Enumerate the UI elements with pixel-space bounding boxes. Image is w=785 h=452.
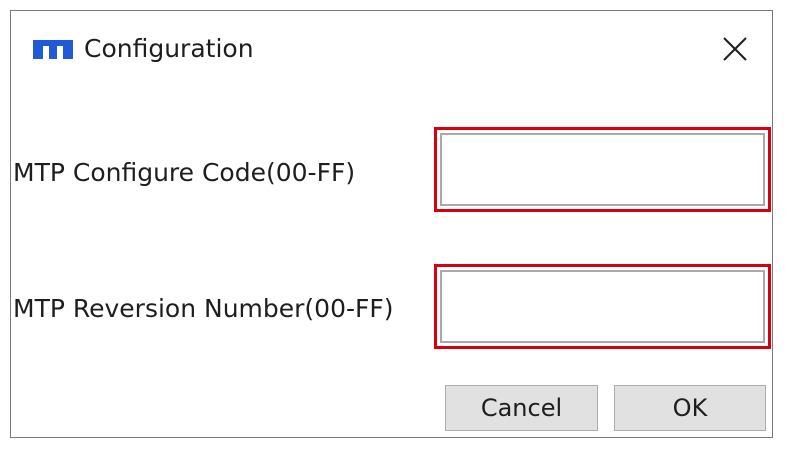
close-icon — [723, 37, 747, 61]
title-bar[interactable]: Configuration — [11, 11, 772, 86]
configure-code-input[interactable] — [440, 133, 765, 206]
configure-code-label: MTP Configure Code(00-FF) — [13, 158, 356, 187]
close-button[interactable] — [719, 33, 751, 65]
reversion-number-highlight — [434, 264, 771, 349]
cancel-button[interactable]: Cancel — [445, 385, 598, 431]
configure-code-highlight — [434, 127, 771, 212]
window-title: Configuration — [84, 34, 254, 63]
reversion-number-input[interactable] — [440, 270, 765, 343]
ok-button[interactable]: OK — [614, 385, 766, 431]
configuration-dialog: Configuration MTP Configure Code(00-FF) … — [10, 10, 773, 438]
reversion-number-label: MTP Reversion Number(00-FF) — [13, 294, 394, 323]
app-logo-icon — [33, 40, 73, 59]
